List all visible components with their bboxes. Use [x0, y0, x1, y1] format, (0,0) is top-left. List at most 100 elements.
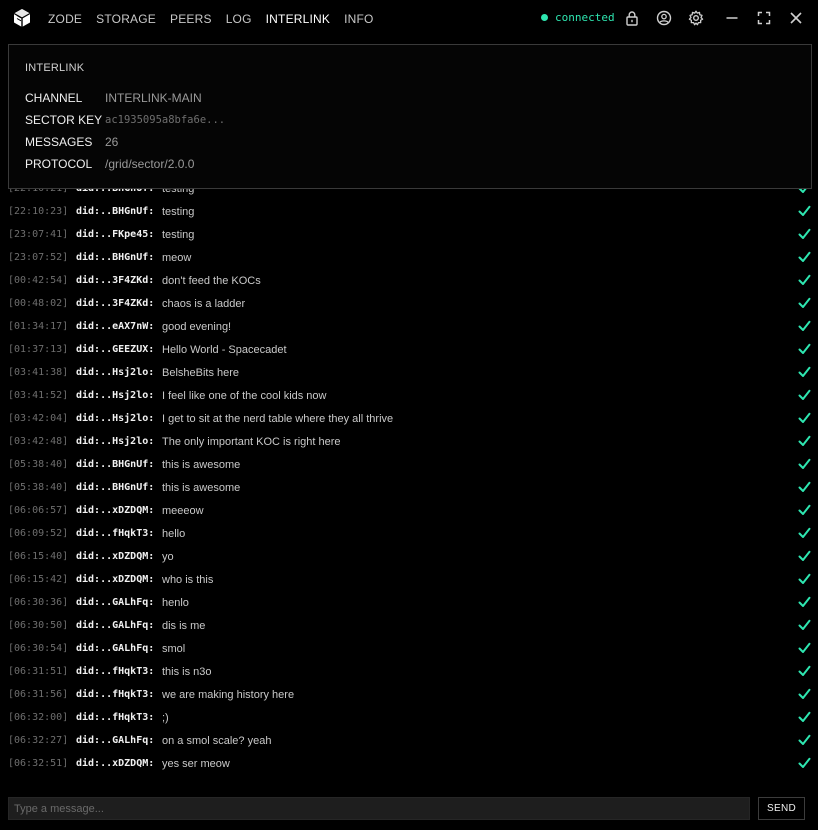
message-sender[interactable]: did:..GALhFq:	[76, 735, 154, 746]
message-text: who is this	[162, 573, 214, 586]
message-sender[interactable]: did:..FKpe45:	[76, 229, 154, 240]
gear-icon[interactable]	[688, 10, 704, 26]
check-icon	[798, 481, 811, 492]
message-text: testing	[162, 205, 195, 218]
check-icon	[798, 596, 811, 607]
check-icon	[798, 550, 811, 561]
message-timestamp: [00:42:54]	[8, 275, 69, 286]
message-timestamp: [06:32:00]	[8, 712, 69, 723]
maximize-icon[interactable]	[756, 10, 772, 26]
message-timestamp: [06:30:54]	[8, 643, 69, 654]
check-icon	[798, 412, 811, 423]
message-sender[interactable]: did:..GALhFq:	[76, 643, 154, 654]
minimize-icon[interactable]	[724, 10, 740, 26]
message-sender[interactable]: did:..3F4ZKd:	[76, 275, 154, 286]
check-icon	[798, 642, 811, 653]
message-text: testing	[162, 228, 195, 241]
message-sender[interactable]: did:..xDZDQM:	[76, 551, 154, 562]
message-sender[interactable]: did:..GALhFq:	[76, 597, 154, 608]
message-sender[interactable]: did:..BHGnUf:	[76, 189, 154, 194]
check-icon	[798, 688, 811, 699]
send-button[interactable]: SEND	[758, 797, 805, 820]
message-sender[interactable]: did:..fHqkT3:	[76, 666, 154, 677]
nav-item-interlink[interactable]: INTERLINK	[266, 12, 330, 26]
message-row: [05:38:40] did:..BHGnUf: this is awesome	[0, 453, 818, 476]
connection-status: connected	[541, 11, 615, 24]
message-sender[interactable]: did:..Hsj2lo:	[76, 390, 154, 401]
message-timestamp: [03:41:52]	[8, 390, 69, 401]
message-text: Hello World - Spacecadet	[162, 343, 287, 356]
message-sender[interactable]: did:..BHGnUf:	[76, 459, 154, 470]
check-icon	[798, 573, 811, 584]
message-row: [06:32:27] did:..GALhFq: on a smol scale? …	[0, 729, 818, 752]
check-icon	[798, 389, 811, 400]
message-list[interactable]: [22:10:21]did:..BHGnUf:testing[22:10:23]…	[0, 189, 818, 786]
message-input[interactable]	[8, 797, 750, 820]
message-row: [01:34:17] did:..eAX7nW: good evening!	[0, 315, 818, 338]
message-sender[interactable]: did:..BHGnUf:	[76, 252, 154, 263]
message-timestamp: [23:07:41]	[8, 229, 69, 240]
message-text: hello	[162, 527, 186, 540]
message-sender[interactable]: did:..fHqkT3:	[76, 528, 154, 539]
message-sender[interactable]: did:..xDZDQM:	[76, 505, 154, 516]
close-icon[interactable]	[788, 10, 804, 26]
message-text: we are making history here	[162, 688, 295, 701]
nav-item-info[interactable]: INFO	[344, 12, 373, 26]
check-icon	[798, 189, 807, 193]
message-timestamp: [03:42:04]	[8, 413, 69, 424]
message-timestamp: [22:10:23]	[8, 206, 69, 217]
check-icon	[798, 205, 811, 216]
message-sender[interactable]: did:..xDZDQM:	[76, 574, 154, 585]
check-icon	[798, 435, 811, 446]
messages-count-row: MESSAGES 26	[25, 135, 118, 149]
message-sender[interactable]: did:..GALhFq:	[76, 620, 154, 631]
check-icon	[798, 711, 811, 722]
nav-item-zode[interactable]: ZODE	[48, 12, 82, 26]
message-sender[interactable]: did:..fHqkT3:	[76, 712, 154, 723]
message-row: [05:38:40] did:..BHGnUf: this is awesome	[0, 476, 818, 499]
channel-info-panel: INTERLINK CHANNEL INTERLINK-MAIN SECTOR …	[8, 44, 812, 189]
user-circle-icon[interactable]	[656, 10, 672, 26]
message-row: [06:31:56] did:..fHqkT3: we are making his…	[0, 683, 818, 706]
message-sender[interactable]: did:..3F4ZKd:	[76, 298, 154, 309]
message-row: [06:31:51] did:..fHqkT3: this is n3o	[0, 660, 818, 683]
message-timestamp: [00:48:02]	[8, 298, 69, 309]
message-sender[interactable]: did:..BHGnUf:	[76, 206, 154, 217]
message-text: ;)	[162, 711, 169, 724]
check-icon	[798, 734, 811, 745]
message-text: I feel like one of the cool kids now	[162, 389, 327, 402]
nav-item-storage[interactable]: STORAGE	[96, 12, 156, 26]
message-sender[interactable]: did:..eAX7nW:	[76, 321, 154, 332]
message-timestamp: [06:06:57]	[8, 505, 69, 516]
message-text: yes ser meow	[162, 757, 230, 770]
nav-item-log[interactable]: LOG	[226, 12, 252, 26]
message-timestamp: [06:32:51]	[8, 758, 69, 769]
check-icon	[798, 504, 811, 515]
message-timestamp: [23:07:52]	[8, 252, 69, 263]
message-sender[interactable]: did:..Hsj2lo:	[76, 367, 154, 378]
message-timestamp: [06:15:40]	[8, 551, 69, 562]
message-text: on a smol scale? yeah	[162, 734, 272, 747]
message-sender[interactable]: did:..Hsj2lo:	[76, 413, 154, 424]
lock-icon[interactable]	[624, 10, 640, 26]
message-text: don't feed the KOCs	[162, 274, 261, 287]
message-sender[interactable]: did:..GEEZUX:	[76, 344, 154, 355]
message-sender[interactable]: did:..fHqkT3:	[76, 689, 154, 700]
message-row: [00:42:54] did:..3F4ZKd: don't feed the KO…	[0, 269, 818, 292]
sector-key-value[interactable]: ac1935095a8bfa6e...	[105, 113, 225, 127]
message-row: [23:07:41] did:..FKpe45: testing	[0, 223, 818, 246]
message-timestamp: [06:31:56]	[8, 689, 69, 700]
nav-item-peers[interactable]: PEERS	[170, 12, 212, 26]
message-text: this is awesome	[162, 481, 241, 494]
top-bar: ZODE STORAGE PEERS LOG INTERLINK INFO co…	[0, 0, 818, 36]
status-label: connected	[555, 11, 615, 24]
message-text: henlo	[162, 596, 189, 609]
sector-key-row: SECTOR KEY ac1935095a8bfa6e...	[25, 113, 225, 127]
message-timestamp: [03:42:48]	[8, 436, 69, 447]
message-sender[interactable]: did:..BHGnUf:	[76, 482, 154, 493]
message-sender[interactable]: did:..Hsj2lo:	[76, 436, 154, 447]
cube-logo-icon[interactable]	[12, 8, 32, 28]
message-sender[interactable]: did:..xDZDQM:	[76, 758, 154, 769]
check-icon	[798, 274, 811, 285]
field-label: SECTOR KEY	[25, 113, 103, 127]
